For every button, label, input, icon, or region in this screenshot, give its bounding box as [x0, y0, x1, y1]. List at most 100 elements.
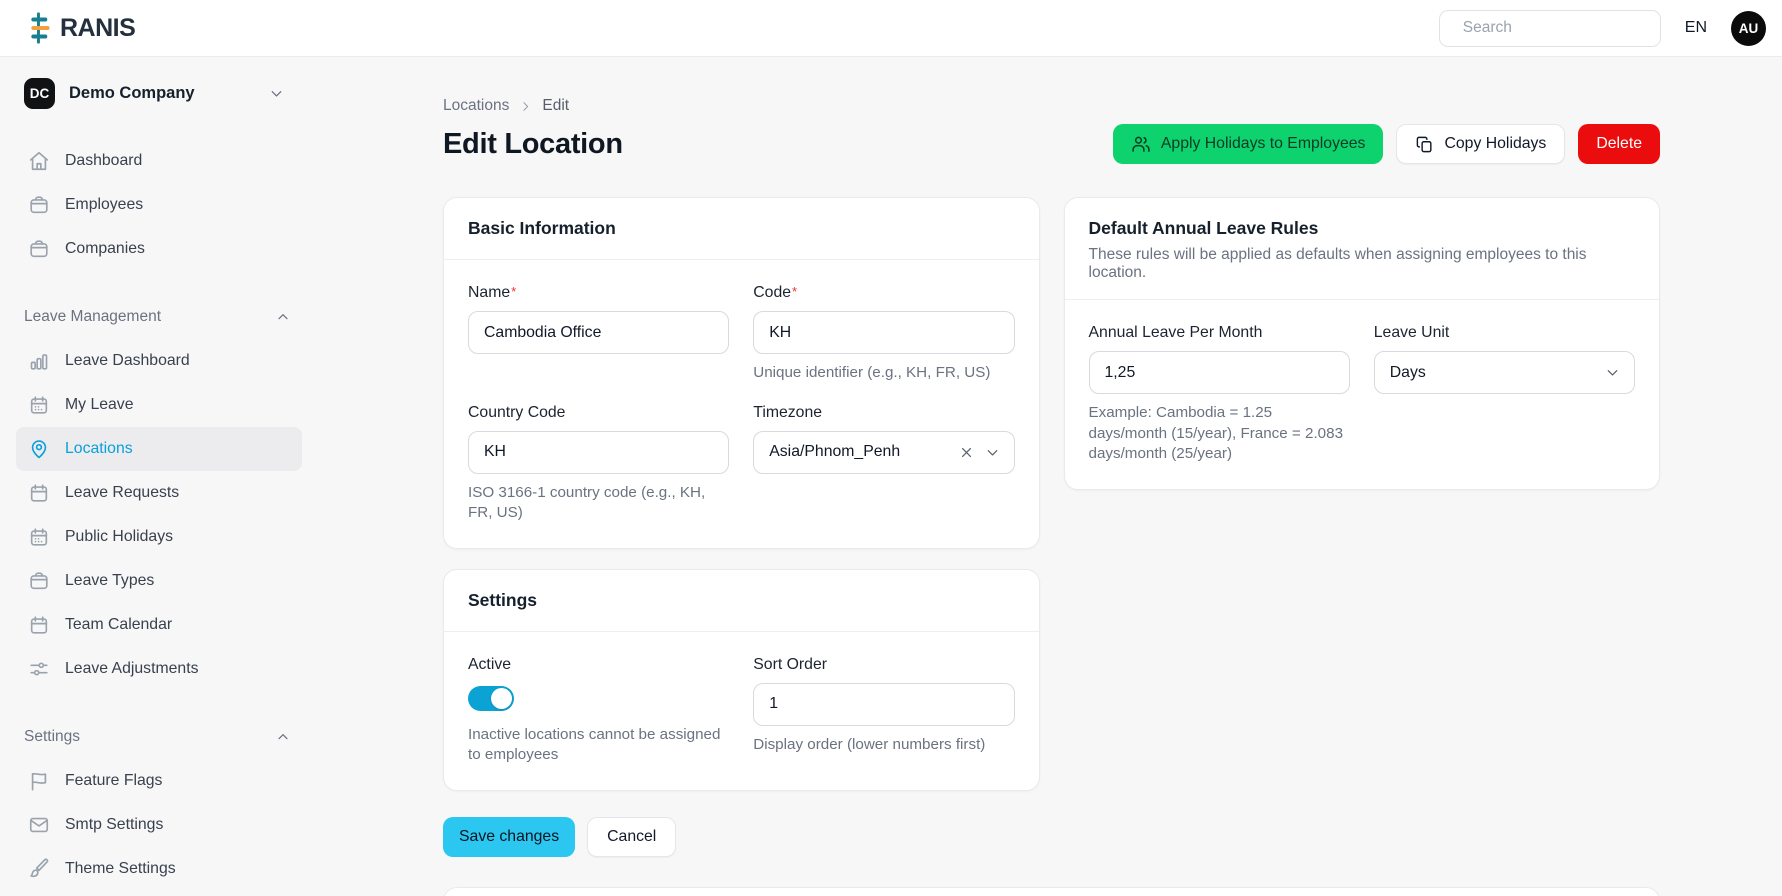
chevron-right-icon [518, 99, 533, 114]
company-name: Demo Company [69, 84, 254, 103]
active-toggle[interactable] [468, 686, 514, 711]
sidebar-item-label: Smtp Settings [65, 816, 163, 834]
sidebar-item-feature-flags[interactable]: Feature Flags [16, 759, 302, 803]
search-input[interactable] [1463, 19, 1663, 37]
breadcrumb-locations[interactable]: Locations [443, 97, 509, 115]
sidebar-item-public-holidays[interactable]: Public Holidays [16, 515, 302, 559]
breadcrumb-edit: Edit [542, 97, 569, 115]
code-field[interactable] [753, 311, 1014, 354]
apply-holidays-label: Apply Holidays to Employees [1161, 135, 1366, 153]
calendar-icon [28, 614, 50, 636]
sidebar-item-label: My Leave [65, 396, 134, 414]
calendar-days-icon [28, 394, 50, 416]
sidebar-item-label: Feature Flags [65, 772, 162, 790]
language-switcher[interactable]: EN [1685, 19, 1707, 37]
sidebar-item-leave-types[interactable]: Leave Types [16, 559, 302, 603]
sidebar-item-label: Dashboard [65, 152, 142, 170]
global-search[interactable] [1439, 10, 1661, 47]
sidebar-item-label: Locations [65, 440, 133, 458]
page-title: Edit Location [443, 128, 623, 161]
basic-information-card: Basic Information Name* Code* Unique i [443, 197, 1040, 549]
section-label: Settings [24, 728, 275, 746]
apply-holidays-button[interactable]: Apply Holidays to Employees [1113, 124, 1384, 164]
app-logo: RANIS [30, 11, 135, 45]
annual-leave-field[interactable] [1089, 351, 1350, 394]
copy-icon [1415, 135, 1434, 154]
sidebar: DC Demo Company Dashboard Employees Comp… [0, 57, 305, 896]
chevron-down-icon [1604, 364, 1621, 381]
bar-chart-icon [28, 350, 50, 372]
active-helper: Inactive locations cannot be assigned to… [468, 725, 729, 766]
leave-unit-select[interactable]: Days [1374, 351, 1635, 394]
chevron-down-icon[interactable] [984, 444, 1001, 461]
map-pin-icon [28, 438, 50, 460]
card-subtitle: These rules will be applied as defaults … [1089, 246, 1636, 282]
sidebar-item-companies[interactable]: Companies [16, 227, 302, 271]
leave-rules-card: Default Annual Leave Rules These rules w… [1064, 197, 1661, 490]
sidebar-item-label: Leave Adjustments [65, 660, 198, 678]
timezone-label: Timezone [753, 404, 1014, 422]
home-icon [28, 150, 50, 172]
sidebar-item-leave-dashboard[interactable]: Leave Dashboard [16, 339, 302, 383]
card-title: Default Annual Leave Rules [1089, 218, 1636, 239]
annual-leave-label: Annual Leave Per Month [1089, 324, 1350, 342]
breadcrumb: Locations Edit [443, 97, 1660, 115]
code-helper: Unique identifier (e.g., KH, FR, US) [753, 363, 1014, 384]
section-label: Leave Management [24, 308, 275, 326]
copy-holidays-button[interactable]: Copy Holidays [1396, 124, 1565, 164]
cancel-button[interactable]: Cancel [587, 817, 676, 857]
leave-unit-value: Days [1390, 364, 1595, 382]
calendar-days-icon [28, 526, 50, 548]
save-button[interactable]: Save changes [443, 817, 575, 857]
sidebar-item-label: Theme Settings [65, 860, 176, 878]
holiday-templates-card: Holiday Templates New location holiday [443, 887, 1660, 896]
company-selector[interactable]: DC Demo Company [24, 78, 285, 109]
sidebar-item-label: Public Holidays [65, 528, 173, 546]
sidebar-item-label: Leave Requests [65, 484, 179, 502]
sidebar-item-label: Employees [65, 196, 143, 214]
main-content: Locations Edit Edit Location Apply Holid… [305, 57, 1782, 896]
country-code-field[interactable] [468, 431, 729, 474]
paintbrush-icon [28, 858, 50, 880]
calendar-icon [28, 482, 50, 504]
company-avatar: DC [24, 78, 55, 109]
country-code-label: Country Code [468, 404, 729, 422]
sidebar-section-leave-management[interactable]: Leave Management [0, 295, 305, 339]
clear-icon[interactable] [958, 444, 975, 461]
card-title: Basic Information [468, 218, 1015, 239]
logo-mark-icon [30, 11, 56, 45]
sidebar-item-team-calendar[interactable]: Team Calendar [16, 603, 302, 647]
briefcase-icon [28, 570, 50, 592]
active-label: Active [468, 656, 729, 674]
settings-card: Settings Active Inactive locations canno… [443, 569, 1040, 791]
delete-button[interactable]: Delete [1578, 124, 1660, 164]
chevron-down-icon [268, 85, 285, 102]
name-field[interactable] [468, 311, 729, 354]
sidebar-item-leave-adjustments[interactable]: Leave Adjustments [16, 647, 302, 691]
mail-icon [28, 814, 50, 836]
required-mark: * [511, 284, 516, 299]
code-label: Code* [753, 284, 1014, 302]
sidebar-item-leave-requests[interactable]: Leave Requests [16, 471, 302, 515]
sidebar-item-label: Team Calendar [65, 616, 172, 634]
sidebar-item-dashboard[interactable]: Dashboard [16, 139, 302, 183]
user-avatar[interactable]: AU [1731, 11, 1766, 46]
flag-icon [28, 770, 50, 792]
sliders-icon [28, 658, 50, 680]
name-label: Name* [468, 284, 729, 302]
sort-order-field[interactable] [753, 683, 1014, 726]
leave-unit-label: Leave Unit [1374, 324, 1635, 342]
sidebar-item-locations[interactable]: Locations [16, 427, 302, 471]
sidebar-item-my-leave[interactable]: My Leave [16, 383, 302, 427]
sidebar-section-settings[interactable]: Settings [0, 715, 305, 759]
timezone-select[interactable]: Asia/Phnom_Penh [753, 431, 1014, 474]
chevron-up-icon [275, 729, 291, 745]
annual-leave-helper: Example: Cambodia = 1.25 days/month (15/… [1089, 403, 1350, 465]
sidebar-item-smtp-settings[interactable]: Smtp Settings [16, 803, 302, 847]
chevron-up-icon [275, 309, 291, 325]
sidebar-item-theme-settings[interactable]: Theme Settings [16, 847, 302, 891]
timezone-value: Asia/Phnom_Penh [769, 443, 948, 461]
sidebar-item-employees[interactable]: Employees [16, 183, 302, 227]
top-header: RANIS EN AU [0, 0, 1782, 57]
sidebar-item-label: Leave Dashboard [65, 352, 190, 370]
